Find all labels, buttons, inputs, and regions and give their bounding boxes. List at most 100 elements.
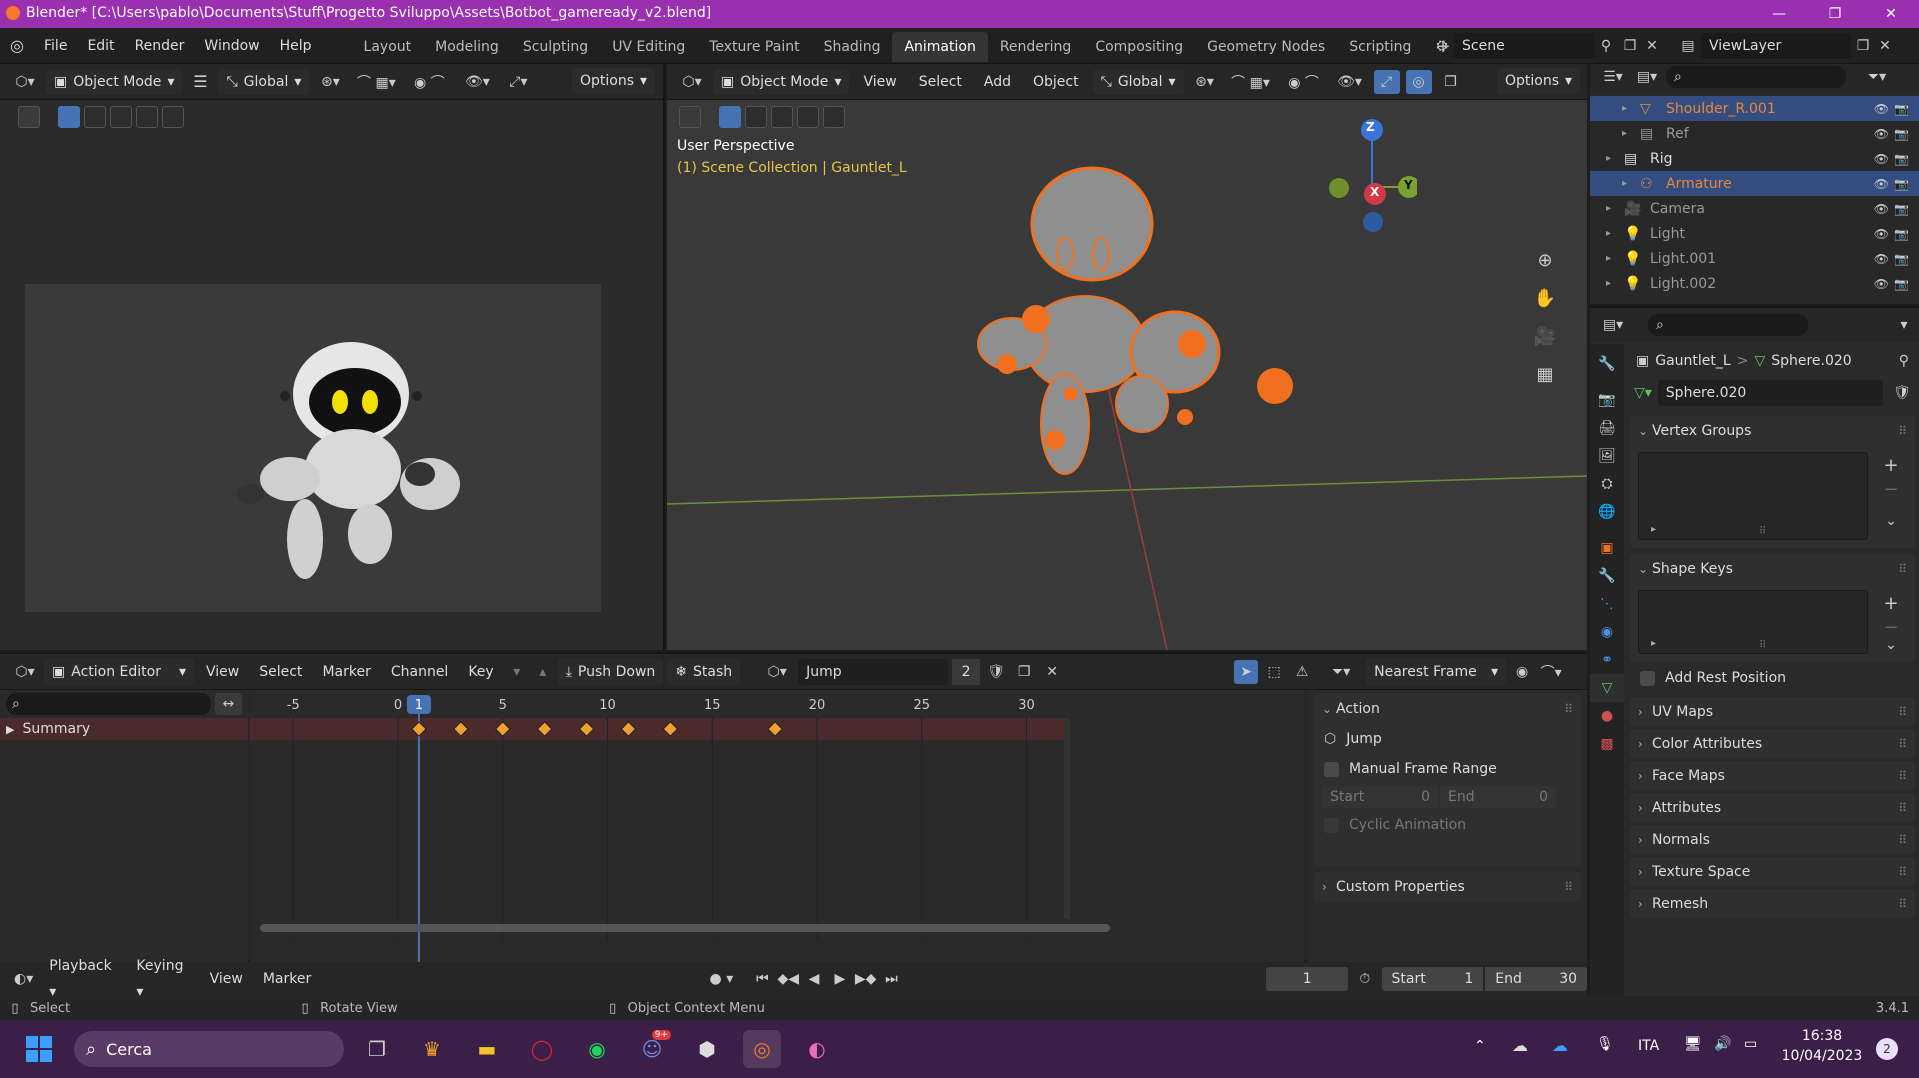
proportional-edit-icon[interactable]: ◉ (1510, 664, 1534, 680)
collapsed-panel-header[interactable]: › Texture Space ⠿ (1630, 857, 1915, 886)
windows-start-icon[interactable] (20, 1030, 58, 1068)
scene-name-field[interactable]: Scene (1454, 33, 1594, 59)
3d-viewport[interactable]: ⬡▾ ▣ Object Mode ▾ View Select Add Object … (667, 64, 1587, 650)
menu-window[interactable]: Window (194, 28, 269, 64)
viewport-object-mode-dropdown[interactable]: ▣ Object Mode ▾ (713, 68, 850, 95)
object-tab-icon[interactable]: ▣ (1590, 534, 1624, 562)
constraints-tab-icon[interactable]: ⚭ (1590, 646, 1624, 674)
expand-icon[interactable]: ▸ (1651, 638, 1656, 649)
clock-time[interactable]: 16:38 (1782, 1028, 1862, 1044)
input-language[interactable]: ITA (1638, 1038, 1659, 1054)
modifier-tab-icon[interactable]: 🔧 (1590, 562, 1624, 590)
next-keyframe-icon[interactable]: ▶◆ (855, 971, 877, 987)
editor-type-icon[interactable]: ⬡▾ (677, 74, 707, 90)
notification-badge[interactable]: 2 (1876, 1038, 1898, 1060)
expand-icon[interactable]: ▸ (1606, 153, 1611, 164)
world-tab-icon[interactable]: 🌐 (1590, 498, 1624, 526)
tray-chevron-icon[interactable]: ⌃ (1474, 1038, 1486, 1054)
select-invert-icon[interactable] (797, 106, 819, 128)
new-action-icon[interactable]: ❐ (1012, 664, 1036, 680)
app-icon[interactable]: ◐ (798, 1030, 836, 1068)
pivot-icon[interactable]: ⊛▾ (1190, 74, 1220, 90)
visibility-icon[interactable]: 👁▾ (1332, 74, 1368, 90)
gizmo-icon[interactable]: ⤢▾ (503, 74, 533, 90)
jump-end-icon[interactable]: ⏭ (881, 971, 903, 987)
tab-compositing[interactable]: Compositing (1083, 32, 1195, 62)
editor-type-icon[interactable]: ▤▾ (1598, 317, 1628, 333)
frame-start-field[interactable]: Start 1 (1381, 967, 1484, 991)
remove-vertex-group-icon[interactable]: − (1880, 478, 1902, 500)
outliner-row[interactable]: ▸ ▽ Shoulder_R.001 👁 📷 (1590, 96, 1919, 121)
file-explorer-icon[interactable]: ▬ (468, 1030, 506, 1068)
task-view-icon[interactable]: ❐ (358, 1030, 396, 1068)
drag-grip-icon[interactable]: ⠿ (1898, 737, 1907, 751)
select-extend-icon[interactable] (745, 106, 767, 128)
drag-grip-icon[interactable]: ⠿ (1898, 865, 1907, 879)
pivot-icon[interactable]: ⊛▾ (315, 74, 345, 90)
frame-end-field[interactable]: End 30 (1485, 967, 1588, 991)
output-tab-icon[interactable]: 🖨 (1590, 414, 1624, 442)
view-layer-field[interactable]: ViewLayer (1701, 33, 1851, 59)
material-tab-icon[interactable]: ● (1590, 702, 1624, 730)
menu-render[interactable]: Render (125, 28, 195, 64)
particles-tab-icon[interactable]: ⋱ (1590, 590, 1624, 618)
tab-texture-paint[interactable]: Texture Paint (697, 32, 811, 62)
onedrive-icon[interactable]: ☁ (1512, 1036, 1528, 1055)
viewport-options-dropdown[interactable]: Options ▾ (1497, 68, 1581, 94)
viewport-menu-view[interactable]: View (855, 69, 904, 95)
collapsed-panel-header[interactable]: › Face Maps ⠿ (1630, 761, 1915, 790)
collapsed-panel-header[interactable]: › UV Maps ⠿ (1630, 697, 1915, 726)
minimize-button[interactable]: — (1751, 0, 1807, 28)
outliner-row[interactable]: ▸ ▤ Ref 👁 📷 (1590, 121, 1919, 146)
play-reverse-icon[interactable]: ◀ (803, 971, 825, 987)
navigation-gizmo[interactable]: Z Y X (1307, 112, 1420, 262)
tool-tab-icon[interactable]: 🔧 (1590, 350, 1624, 378)
visibility-icon[interactable]: 👁▾ (457, 74, 497, 90)
drag-grip-icon[interactable]: ⠿ (1898, 424, 1907, 438)
drag-grip-icon[interactable]: ⠿ (1898, 833, 1907, 847)
expand-icon[interactable]: ▸ (1651, 524, 1656, 535)
hamburger-menu-icon[interactable]: ☰ (188, 72, 212, 91)
action-panel-header[interactable]: ⌄ Action ⠿ (1314, 694, 1581, 724)
stash-button[interactable]: ❄ Stash (667, 658, 741, 685)
grid-perspective-icon[interactable]: ▦ (1529, 358, 1561, 390)
snap-icon[interactable]: ⌒ ▦▾ (351, 72, 401, 92)
collapsed-panel-header[interactable]: › Normals ⠿ (1630, 825, 1915, 854)
options-dropdown[interactable]: Options ▾ (572, 68, 656, 94)
visibility-eye-icon[interactable]: 👁 (1874, 227, 1889, 241)
new-view-layer-icon[interactable]: ❐ (1851, 38, 1875, 54)
timeline-editor-icon[interactable]: ◐▾ (10, 971, 37, 987)
swap-icon[interactable]: ↔ (214, 693, 242, 715)
snap-mode-dropdown[interactable]: Nearest Frame ▾ (1366, 658, 1507, 685)
view-layer-tab-icon[interactable]: 🖼 (1590, 442, 1624, 470)
viewport-menu-select[interactable]: Select (911, 69, 970, 95)
outliner-row[interactable]: ▸ 💡 Light.002 👁 📷 (1590, 271, 1919, 296)
add-rest-position-checkbox[interactable] (1640, 670, 1655, 686)
action-menu-view[interactable]: View (198, 659, 247, 685)
overlay-toggle-icon[interactable]: ◎ (1405, 69, 1432, 94)
expand-icon[interactable]: ▶ (6, 723, 14, 736)
add-vertex-group-icon[interactable]: + (1880, 454, 1902, 476)
horizontal-scrollbar[interactable] (260, 924, 1110, 932)
render-camera-icon[interactable]: 📷 (1894, 102, 1909, 116)
camera-view-icon[interactable]: 🎥 (1529, 320, 1561, 352)
drag-grip-icon[interactable]: ⠿ (1898, 801, 1907, 815)
clock-date[interactable]: 10/04/2023 (1772, 1048, 1872, 1064)
display-mode-icon[interactable]: ▤▾ (1632, 69, 1662, 85)
data-tab-icon[interactable]: ▽ (1590, 674, 1624, 702)
tab-scripting[interactable]: Scripting (1337, 32, 1423, 62)
outliner-row[interactable]: ▸ 💡 Light 👁 📷 (1590, 221, 1919, 246)
preview-range-icon[interactable]: ⏱ (1352, 971, 1377, 987)
render-camera-icon[interactable]: 📷 (1894, 202, 1909, 216)
keyframe-region[interactable]: -5 0 5 10 15 20 25 30 1 (250, 690, 1304, 962)
onedrive-blue-icon[interactable]: ☁ (1552, 1036, 1568, 1055)
action-menu-channel[interactable]: Channel (383, 659, 456, 685)
drag-grip-icon[interactable]: ⠿ (1898, 769, 1907, 783)
select-subtract-icon[interactable] (110, 106, 132, 128)
editor-type-icon[interactable]: ⬡▾ (10, 74, 40, 90)
manual-frame-range-checkbox[interactable] (1324, 761, 1339, 777)
physics-tab-icon[interactable]: ◉ (1590, 618, 1624, 646)
viewport-menu-add[interactable]: Add (976, 69, 1019, 95)
menu-file[interactable]: File (34, 28, 77, 64)
delete-view-layer-icon[interactable]: ✕ (1875, 38, 1895, 54)
